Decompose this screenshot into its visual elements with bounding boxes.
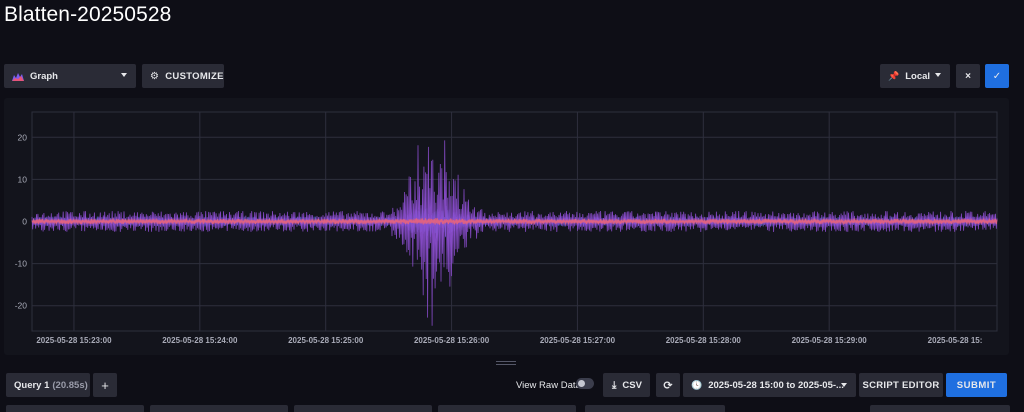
script-editor-button[interactable]: SCRIPT EDITOR — [859, 373, 943, 397]
x-tick-label: 2025-05-28 15:24:00 — [162, 336, 238, 345]
customize-label: CUSTOMIZE — [165, 70, 224, 82]
x-tick-label: 2025-05-28 15:25:00 — [288, 336, 364, 345]
toggle-knob — [578, 380, 585, 387]
refresh-icon: ⟳ — [663, 379, 673, 392]
time-range-label: 2025-05-28 15:00 to 2025-05-... — [708, 379, 844, 391]
page-title: Blatten-20250528 — [4, 3, 172, 26]
timezone-label: Local — [905, 70, 931, 82]
x-tick-label: 2025-05-28 15:26:00 — [414, 336, 490, 345]
x-tick-label: 2025-05-28 15:29:00 — [792, 336, 868, 345]
query-duration: (20.85s) — [52, 379, 88, 391]
add-query-button[interactable]: + — [93, 373, 117, 397]
plus-icon: + — [101, 377, 109, 393]
x-tick-label: 2025-05-28 15:28:00 — [666, 336, 742, 345]
customize-button[interactable]: ⚙ CUSTOMIZE — [142, 64, 224, 88]
query-tab[interactable]: Query 1 (20.85s) — [6, 373, 90, 397]
y-tick-label: -10 — [15, 259, 28, 269]
query-tab-label: Query 1 — [14, 379, 50, 391]
bottom-tab[interactable] — [438, 405, 576, 412]
checkmark-icon: ✓ — [992, 70, 1002, 82]
series-line-purple — [31, 140, 998, 326]
bottom-tab[interactable] — [294, 405, 432, 412]
x-tick-label: 2025-05-28 15:23:00 — [36, 336, 112, 345]
pin-icon: 📌 — [888, 70, 900, 81]
line-chart[interactable]: 20 10 0 -10 -20 2025-05-28 15:23:00 2025-05-2… — [4, 98, 1009, 355]
graph-panel: 20 10 0 -10 -20 2025-05-28 15:23:00 2025-05-2… — [4, 98, 1009, 355]
graph-icon — [12, 72, 24, 81]
bottom-tab[interactable] — [585, 405, 725, 412]
bottom-tab[interactable] — [150, 405, 288, 412]
csv-download-button[interactable]: ⤓ CSV — [603, 373, 650, 397]
refresh-button[interactable]: ⟳ — [656, 373, 680, 397]
time-range-dropdown[interactable]: 🕓 2025-05-28 15:00 to 2025-05-... — [683, 373, 856, 397]
csv-label: CSV — [622, 379, 642, 391]
chevron-down-icon — [121, 73, 127, 77]
bottom-panel-tabs — [0, 405, 1024, 412]
view-raw-data-label: View Raw Data — [516, 380, 581, 391]
cancel-button[interactable]: × — [956, 64, 980, 88]
y-tick-label: 10 — [18, 174, 28, 184]
gear-icon: ⚙ — [150, 70, 160, 82]
script-editor-label: SCRIPT EDITOR — [862, 379, 940, 391]
y-tick-label: 0 — [22, 217, 27, 227]
submit-label: SUBMIT — [956, 379, 997, 391]
bottom-tab[interactable] — [870, 405, 1010, 412]
bottom-tab[interactable] — [6, 405, 144, 412]
resize-handle[interactable] — [496, 361, 516, 365]
submit-button[interactable]: SUBMIT — [946, 373, 1007, 397]
download-icon: ⤓ — [612, 379, 617, 391]
x-tick-label: 2025-05-28 15: — [928, 336, 983, 345]
chevron-down-icon — [841, 383, 847, 387]
view-type-label: Graph — [30, 70, 58, 82]
y-tick-label: 20 — [18, 132, 28, 142]
confirm-button[interactable]: ✓ — [985, 64, 1009, 88]
view-raw-data-toggle[interactable] — [576, 378, 594, 389]
timezone-dropdown[interactable]: 📌 Local — [880, 64, 950, 88]
x-tick-label: 2025-05-28 15:27:00 — [540, 336, 616, 345]
clock-icon: 🕓 — [691, 379, 703, 390]
chevron-down-icon — [935, 73, 941, 77]
view-type-dropdown[interactable]: Graph — [4, 64, 136, 88]
y-tick-label: -20 — [15, 301, 28, 311]
close-icon: × — [965, 70, 971, 82]
